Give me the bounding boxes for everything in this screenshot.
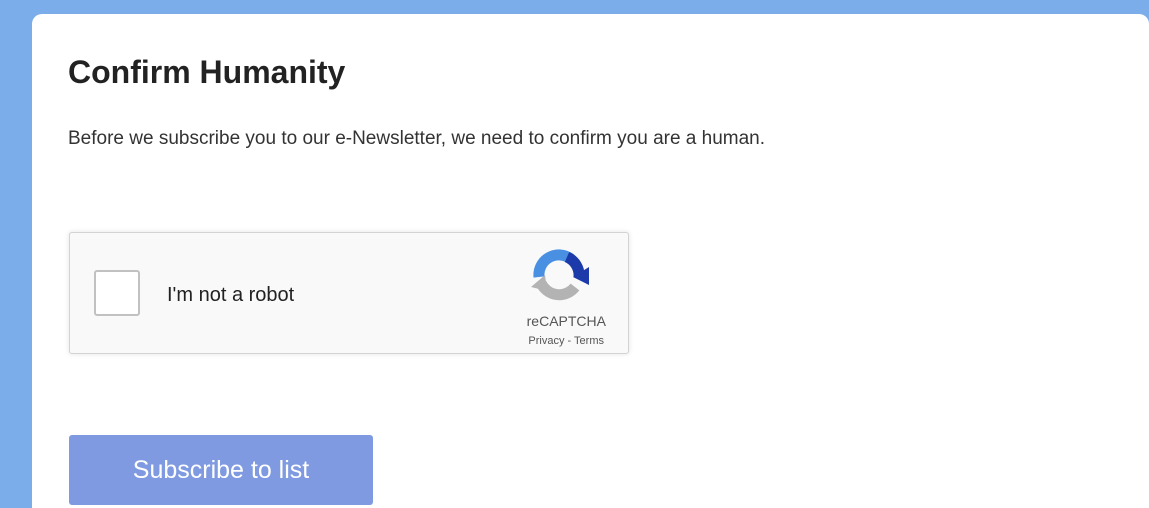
recaptcha-logo-icon [531,249,589,301]
not-robot-label: I'm not a robot [167,284,295,306]
link-separator: - [564,335,575,347]
subscribe-button[interactable]: Subscribe to list [69,435,373,505]
confirm-card: Confirm Humanity Before we subscribe you… [32,14,1149,508]
page-title: Confirm Humanity [68,54,346,90]
recaptcha-links: Privacy - Terms [528,335,604,348]
terms-link[interactable]: Terms [574,335,604,347]
recaptcha-widget: I'm not a robot reCAPTCHA Privacy - Term… [69,232,629,354]
recaptcha-brand: reCAPTCHA [526,313,606,329]
privacy-link[interactable]: Privacy [528,335,564,347]
intro-text: Before we subscribe you to our e-Newslet… [68,128,766,149]
not-robot-checkbox[interactable] [94,270,140,316]
